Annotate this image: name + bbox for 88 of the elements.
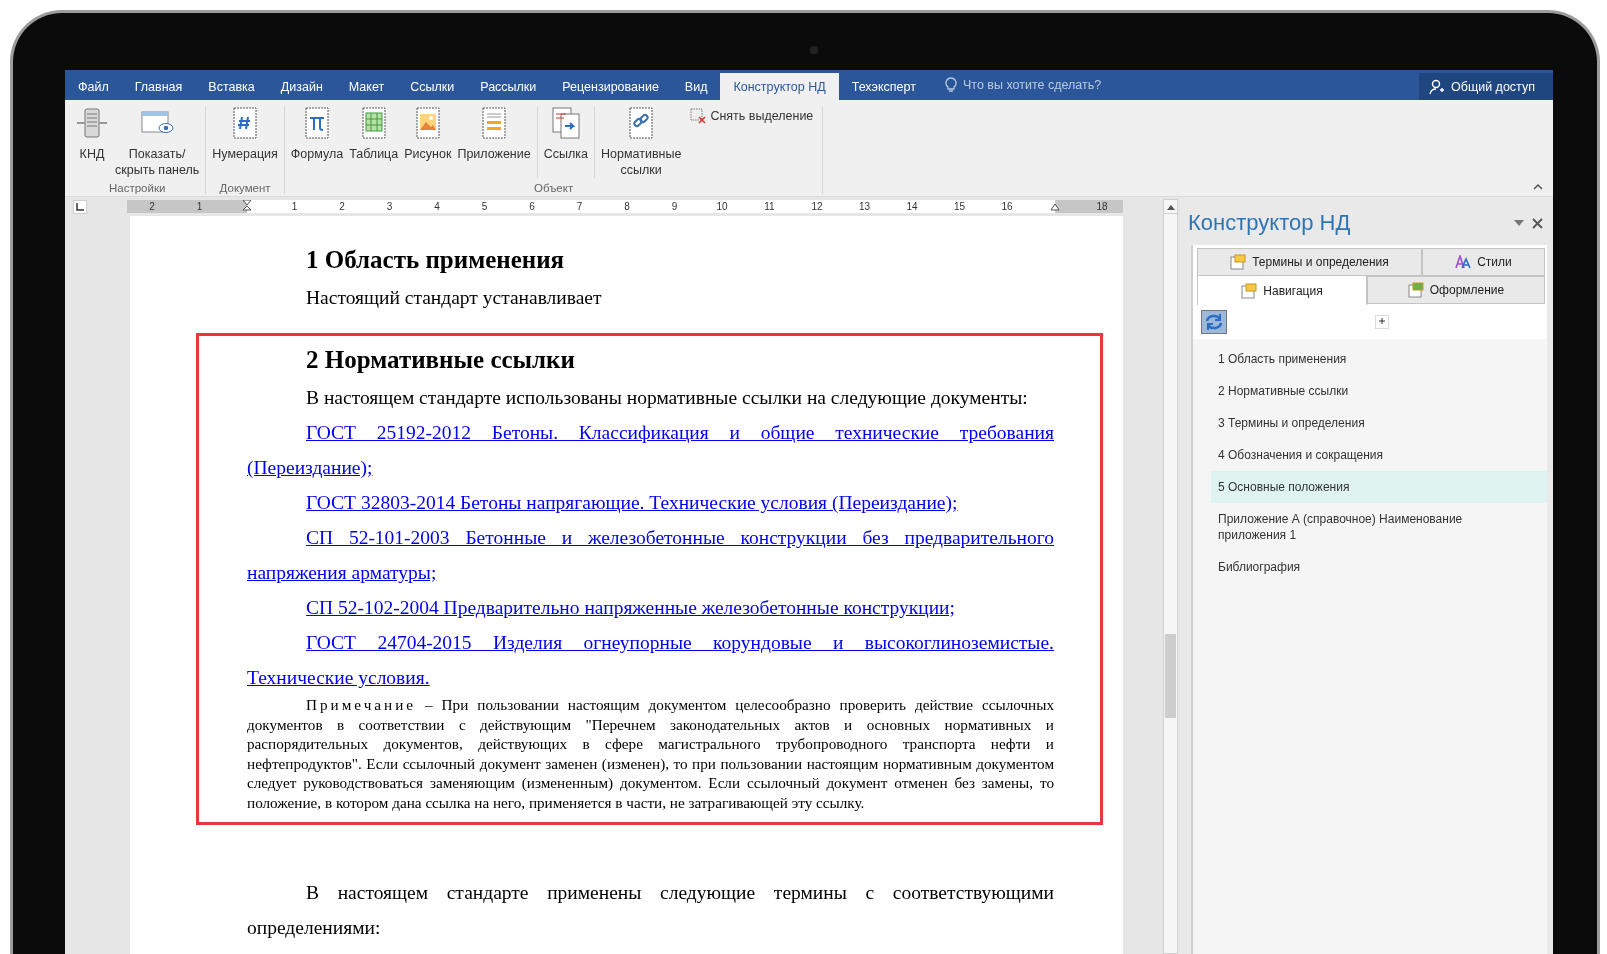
server-icon (75, 106, 109, 140)
body-paragraph: В настоящем стандарте использованы нормативные ссылки на следующие документы: (305, 386, 1029, 410)
ruler-number: 8 (624, 200, 630, 213)
ruler-number: 10 (716, 200, 728, 213)
document-link[interactable]: СП 52-102-2004 Предварительно напряженные железобетонные конструкции; (247, 590, 1054, 625)
ribbon-tab[interactable]: Ссылки (397, 70, 468, 100)
note-paragraph: Примечание – При пользовании настоящим документом целесообразно проверить действие ссылочных документов в соответствии с действующим "Перечнем законодательных актов и основных нормативных и распорядительных документов, действующих в сфере магистрального трубопроводного транспорта нефти и нефтепродуктов". Если ссылочный документ заменен (изменен), то при пользовании настоящим нормативным документом следует руководствоваться заменяющим (измененным) документом. Если ссылочный документ отменен без замены, то положение, в котором дана ссылка на него, применяется в части, не затрагивающей эту ссылку. (247, 695, 1054, 812)
group-label: Документ (218, 182, 272, 194)
ribbon-tab[interactable]: Рецензирование (549, 70, 672, 100)
ruler-number: 15 (953, 200, 966, 213)
ribbon-button[interactable]: КНД (72, 106, 112, 178)
navigation-item[interactable]: 5 Основные положения (1211, 471, 1547, 503)
navigation-item[interactable]: 4 Обозначения и сокращения (1211, 439, 1547, 471)
clear-selection-icon (690, 108, 707, 124)
indent-marker-icon[interactable] (242, 200, 252, 213)
note-icon (1230, 254, 1247, 270)
ruler-number: 4 (434, 200, 440, 213)
ribbon-button[interactable]: Ссылка (540, 106, 591, 178)
ruler-number: 2 (149, 200, 155, 213)
scroll-thumb[interactable] (1165, 634, 1176, 718)
document-link[interactable]: ГОСТ 32803-2014 Бетоны напрягающие. Технические условия (Переиздание); (247, 485, 1054, 520)
ruler-number: 3 (386, 200, 393, 213)
ruler-number: 1 (291, 200, 298, 213)
tab-stop-icon (76, 202, 84, 211)
scroll-up-icon[interactable] (1166, 203, 1175, 210)
body-paragraph: Настоящий стандарт устанавливает (305, 286, 603, 310)
ribbon-button[interactable]: Показать/ скрыть панель (112, 106, 203, 178)
navigation-item[interactable]: Библиография (1211, 551, 1547, 583)
share-button[interactable]: Общий доступ (1419, 73, 1553, 100)
ribbon-button[interactable]: Рисунок (401, 106, 455, 178)
styles-icon (1455, 255, 1472, 269)
ruler-number: 11 (764, 200, 775, 213)
ribbon-tab[interactable]: Файл (65, 70, 122, 100)
right-indent-icon[interactable] (1049, 202, 1060, 211)
ribbon-tab[interactable]: Вставка (195, 70, 268, 100)
ribbon-tab[interactable]: Вид (671, 70, 721, 100)
ribbon-button[interactable]: Формула (287, 106, 347, 178)
group-label: Объект (533, 182, 575, 194)
document-link[interactable]: ГОСТ 25192-2012 Бетоны. Классификация и общие технические требования (Переиздание); (247, 415, 1054, 485)
ribbon-button[interactable]: Приложение (454, 106, 534, 178)
ruler-number: 14 (906, 200, 918, 213)
ribbon-tab[interactable]: Макет (335, 70, 398, 100)
refresh-icon[interactable] (1201, 310, 1227, 334)
panel-tab[interactable]: Стили (1422, 248, 1545, 276)
ruler-number: 6 (529, 200, 535, 213)
ruler-number: 1 (196, 200, 203, 213)
ruler-number: 2 (339, 200, 345, 213)
document-link[interactable]: СП 52-101-2003 Бетонные и железобетонные конструкции без предварительного напряжения арматуры; (247, 520, 1054, 590)
navigation-item[interactable]: 1 Область применения (1211, 343, 1547, 375)
section-heading: 2 Нормативные ссылки (305, 345, 576, 375)
ribbon-tab[interactable]: Техэксперт (838, 70, 929, 100)
lightbulb-icon (944, 77, 957, 93)
person-add-icon (1429, 78, 1445, 95)
ribbon-button[interactable]: Нумерация (209, 106, 281, 178)
collapse-icon[interactable] (1533, 183, 1543, 190)
panel-tab[interactable]: Навигация (1197, 275, 1367, 305)
ruler-number: 5 (481, 200, 488, 213)
tab-stop-selector[interactable] (73, 199, 87, 214)
panel-tab[interactable]: Термины и определения (1197, 248, 1422, 276)
ruler-number: 12 (811, 200, 823, 213)
ruler-number: 13 (858, 200, 871, 213)
tell-me-field[interactable]: Что вы хотите сделать? (962, 78, 1183, 92)
ribbon-button[interactable]: Таблица (346, 106, 402, 178)
ruler-number: 9 (671, 200, 678, 213)
ruler-number: 7 (576, 200, 583, 213)
group-label: Настройки (107, 182, 167, 194)
document-link[interactable]: ГОСТ 24704-2015 Изделия огнеупорные корундовые и высокоглиноземистые. Технические условия. (247, 625, 1054, 695)
navigation-item[interactable]: 3 Термины и определения (1211, 407, 1547, 439)
format-icon (1407, 282, 1424, 298)
note-icon (1241, 282, 1258, 299)
plus-icon (1378, 317, 1386, 325)
ruler-number: 18 (1096, 200, 1108, 213)
ribbon-tab[interactable]: Конструктор НД (720, 73, 839, 100)
ribbon-tab[interactable]: Дизайн (267, 70, 336, 100)
close-icon[interactable] (1532, 217, 1543, 229)
navigation-item[interactable]: Приложение А (справочное) Наименование приложения 1 (1211, 503, 1547, 551)
navigation-item[interactable]: 2 Нормативные ссылки (1211, 375, 1547, 407)
body-paragraph: В настоящем стандарте применены следующие термины с соответствующими определениями: (247, 881, 1054, 940)
ribbon-tab[interactable]: Главная (121, 70, 196, 100)
expand-button[interactable] (1375, 315, 1389, 329)
ribbon-button[interactable]: Нормативные ссылки (598, 106, 685, 178)
ribbon-tab[interactable]: Рассылки (467, 70, 550, 100)
section-heading: 1 Область применения (305, 245, 566, 275)
panel-tab[interactable]: Оформление (1367, 276, 1545, 304)
ruler-number: 16 (1001, 200, 1013, 213)
dropdown-icon[interactable] (1514, 220, 1524, 226)
ribbon-button[interactable]: Снять выделение (684, 106, 820, 126)
panel-title: Конструктор НД (1188, 210, 1351, 236)
